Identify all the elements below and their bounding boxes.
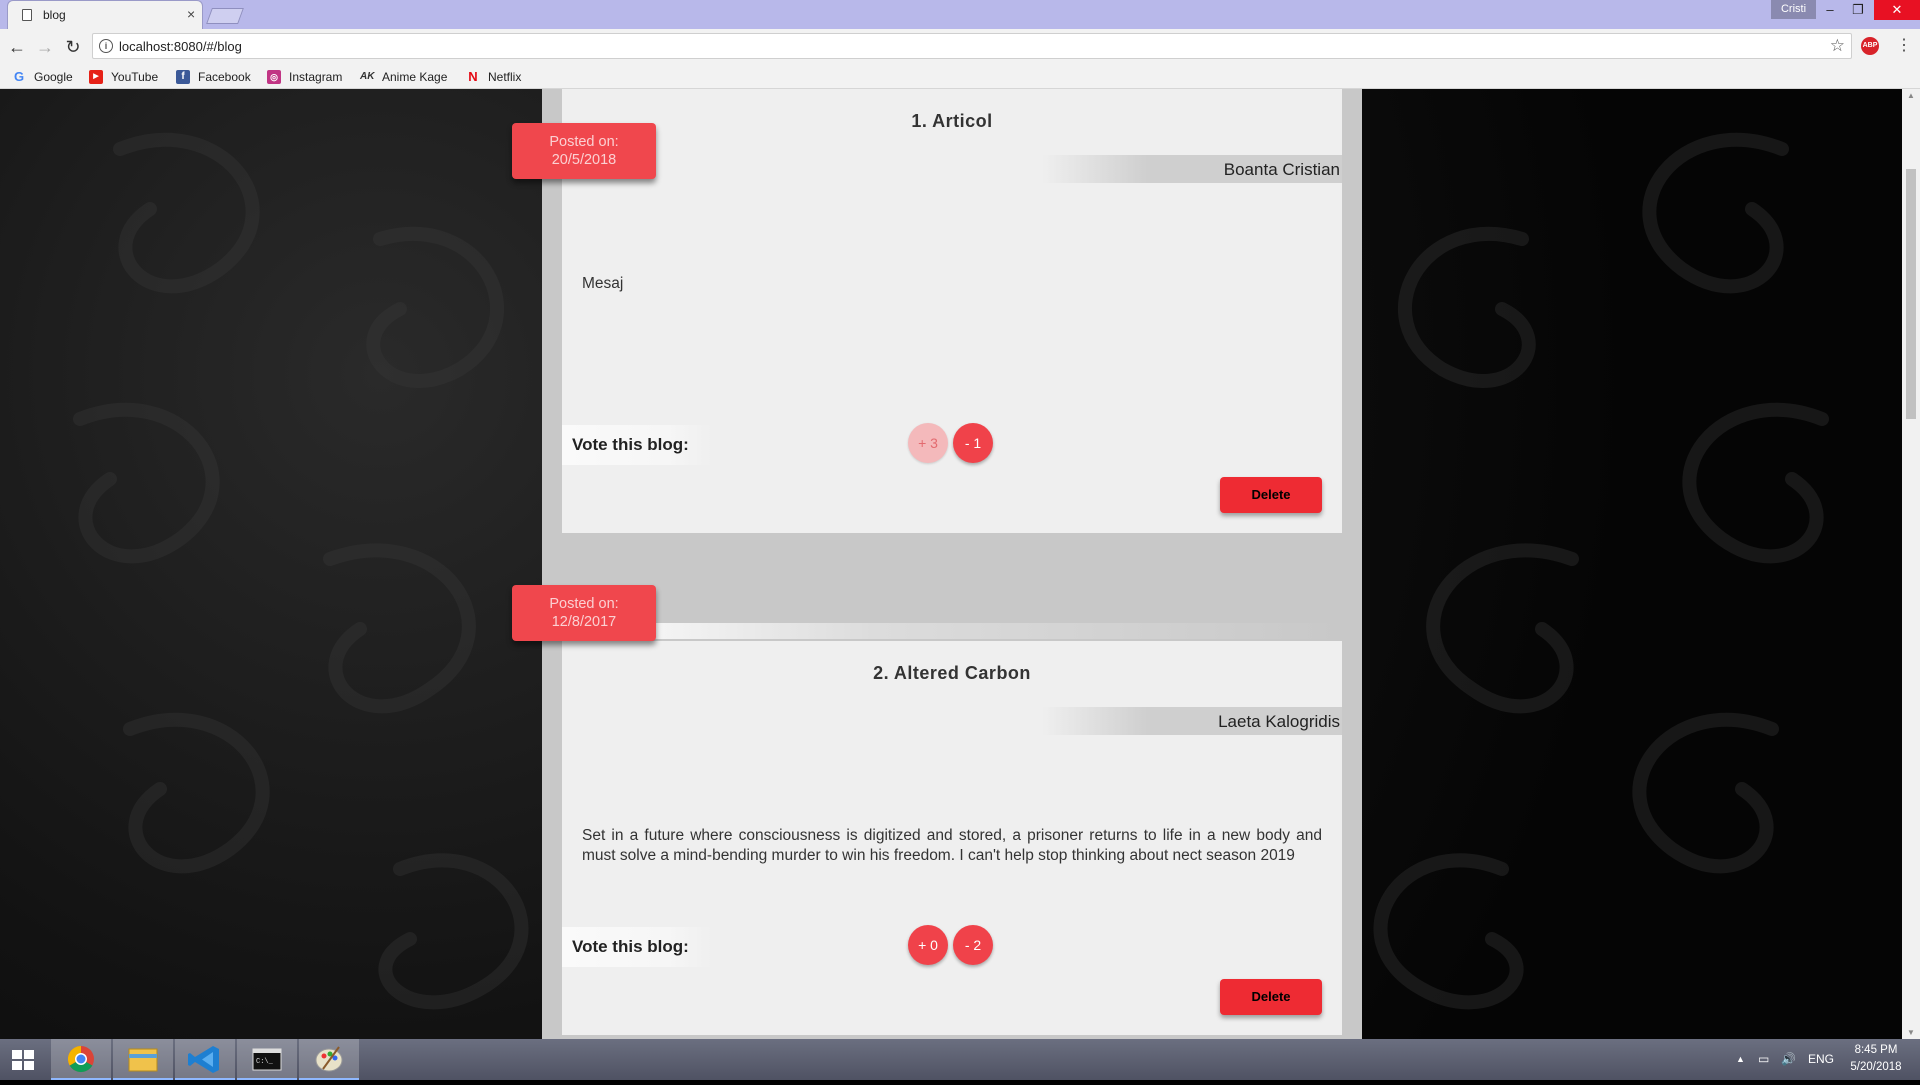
netflix-icon: N [468,69,478,84]
upvote-button[interactable]: + 0 [908,925,948,965]
bookmarks-bar: G Google ▶ YouTube f Facebook ◎ Instagra… [0,65,1920,89]
author-bar: Boanta Cristian [1042,155,1342,183]
menu-icon[interactable]: ⋮ [1896,35,1912,55]
post-separator [562,623,1342,639]
browser-toolbar: ← → ↻ i localhost:8080/#/blog ☆ ABP ⋮ [0,29,1920,65]
author-bar: Laeta Kalogridis [1042,707,1342,735]
posted-date: 12/8/2017 [551,614,617,630]
show-hidden-icons-icon[interactable]: ▲ [1736,1039,1745,1080]
facebook-icon: f [176,70,190,84]
chrome-icon[interactable] [51,1039,111,1080]
scroll-down-icon[interactable]: ▼ [1907,1028,1915,1037]
page-icon [22,9,32,21]
svg-text:C:\_: C:\_ [256,1058,274,1066]
bookmark-youtube[interactable]: ▶ YouTube [89,69,158,85]
bookmark-label: Netflix [488,70,522,84]
posted-date: 20/5/2018 [551,152,617,168]
post-title: 2. Altered Carbon [873,663,1031,683]
page-scrollbar[interactable]: ▲ ▼ [1902,89,1920,1039]
downvote-button[interactable]: - 2 [953,925,993,965]
delete-button[interactable]: Delete [1220,979,1322,1015]
close-window-button[interactable]: ✕ [1874,0,1920,20]
downvote-button[interactable]: - 1 [953,423,993,463]
cmd-icon[interactable]: C:\_ [237,1039,297,1080]
youtube-icon: ▶ [89,70,103,84]
posted-date-badge: Posted on: 12/8/2017 [512,585,656,641]
google-icon: G [13,69,25,84]
clock-time: 8:45 PM [1854,1044,1898,1056]
post-message: Mesaj [582,275,624,292]
blog-post-card: 1. Articol Boanta Cristian Mesaj Vote th… [562,89,1342,533]
page-viewport: 1. Articol Boanta Cristian Mesaj Vote th… [0,89,1902,1039]
post-message: Set in a future where consciousness is d… [582,827,1322,864]
tab-close-icon[interactable]: × [187,6,195,22]
upvote-button[interactable]: + 3 [908,423,948,463]
posted-date-badge: Posted on: 20/5/2018 [512,123,656,179]
url-text[interactable]: localhost:8080/#/blog [119,39,242,54]
tab-title: blog [43,8,66,22]
damask-pattern [1373,132,1829,1010]
animekage-icon: AK [360,71,375,82]
vscode-icon[interactable] [175,1039,235,1080]
paint-icon[interactable] [299,1039,359,1080]
damask-pattern [73,132,529,1010]
blog-post-card: 2. Altered Carbon Laeta Kalogridis Set i… [562,641,1342,1035]
scroll-up-icon[interactable]: ▲ [1907,91,1915,100]
bookmark-google[interactable]: G Google [12,69,73,85]
new-tab-button[interactable] [206,8,244,24]
back-icon[interactable]: ← [7,37,27,57]
browser-tab[interactable]: blog × [7,0,203,29]
bookmark-label: Facebook [198,70,251,84]
bookmark-instagram[interactable]: ◎ Instagram [267,69,342,85]
scrollbar-thumb[interactable] [1906,169,1916,419]
bookmark-label: YouTube [111,70,159,84]
file-explorer-icon[interactable] [113,1039,173,1080]
bookmark-animekage[interactable]: AK Anime Kage [360,69,447,85]
vote-label: Vote this blog: [562,425,712,465]
system-clock[interactable]: 8:45 PM 5/20/2018 [1836,1042,1916,1076]
post-author: Laeta Kalogridis [1218,712,1340,731]
vote-label: Vote this blog: [562,927,712,967]
blog-column: 1. Articol Boanta Cristian Mesaj Vote th… [542,89,1362,1039]
network-icon[interactable]: ▭ [1758,1039,1769,1080]
bookmark-star-icon[interactable]: ☆ [1830,36,1845,56]
post-title: 1. Articol [911,111,993,131]
post-author: Boanta Cristian [1223,160,1340,179]
browser-titlebar: blog × Cristi – ❐ ✕ [0,0,1920,29]
bookmark-label: Google [34,70,73,84]
adblock-icon[interactable]: ABP [1861,37,1879,55]
language-indicator[interactable]: ENG [1808,1039,1834,1080]
address-bar[interactable]: i localhost:8080/#/blog ☆ [92,33,1852,59]
posted-label: Posted on: [549,596,619,612]
volume-icon[interactable]: 🔊 [1781,1039,1796,1080]
info-icon[interactable]: i [99,39,113,53]
reload-icon[interactable]: ↻ [63,37,83,57]
instagram-icon: ◎ [267,70,281,84]
forward-icon[interactable]: → [35,37,55,57]
bookmark-netflix[interactable]: N Netflix [466,69,521,85]
bookmark-label: Instagram [289,70,343,84]
bookmark-facebook[interactable]: f Facebook [176,69,251,85]
posted-label: Posted on: [549,134,619,150]
bookmark-label: Anime Kage [382,70,448,84]
delete-button[interactable]: Delete [1220,477,1322,513]
windows-taskbar: C:\_ ▲ ▭ 🔊 ENG 8:45 PM 5/20/2018 [0,1039,1920,1080]
windows-start-icon[interactable] [0,1039,48,1080]
clock-date: 5/20/2018 [1850,1061,1902,1073]
